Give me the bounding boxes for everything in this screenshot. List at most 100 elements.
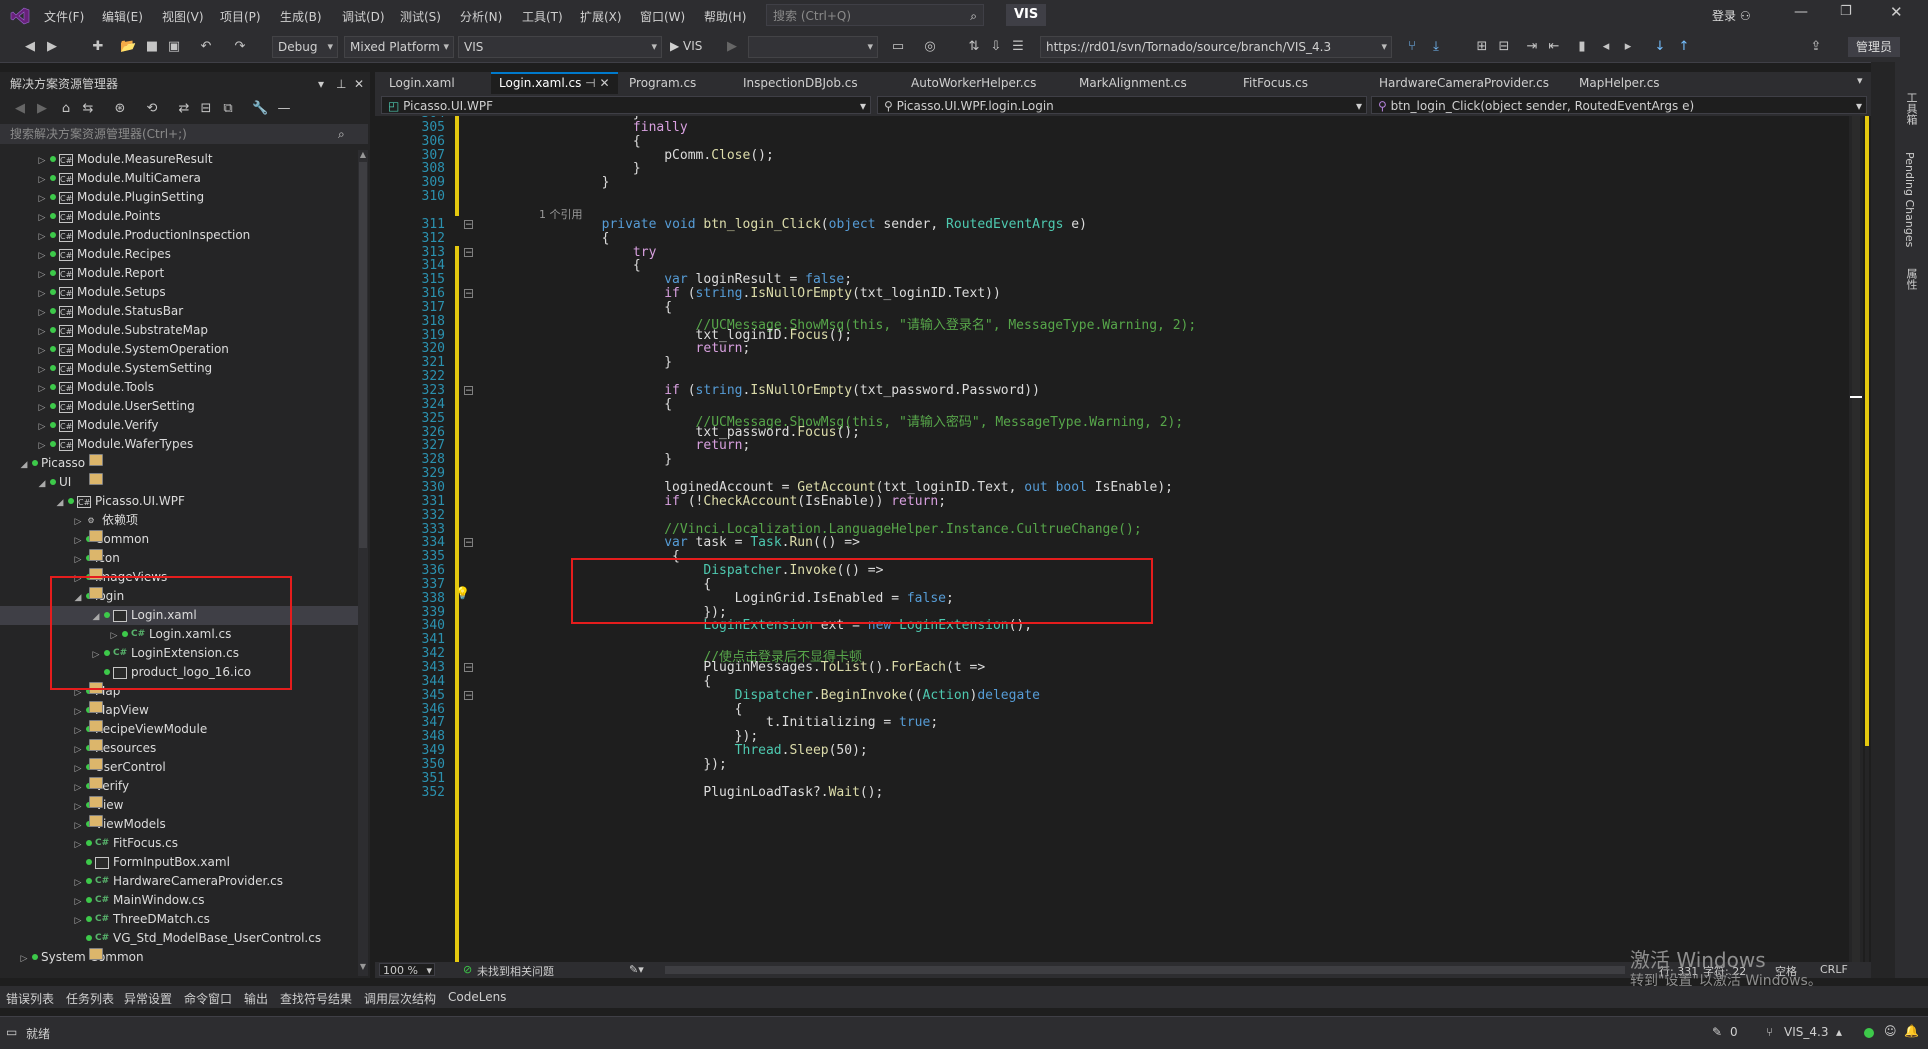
tree-item[interactable]: ▷ C# Module.SystemSetting	[0, 359, 358, 378]
redo-icon[interactable]: ↷	[232, 39, 248, 55]
project-dropdown[interactable]: ◰ Picasso.UI.WPF ▾	[381, 96, 871, 114]
tree-item[interactable]: ▷ ViewModels	[0, 815, 358, 834]
bottom-tab[interactable]: 输出	[244, 990, 268, 1007]
tree-item[interactable]: ▷ C# ThreeDMatch.cs	[0, 910, 358, 929]
code-line[interactable]: return;	[539, 438, 751, 453]
tree-scrollbar[interactable]: ▲ ▼	[358, 150, 368, 976]
pending-count[interactable]: 0	[1730, 1025, 1738, 1039]
code-line[interactable]: {	[539, 231, 610, 246]
folder-icon[interactable]: ▭	[890, 39, 906, 55]
properties-icon[interactable]: 🔧	[252, 101, 268, 117]
document-tab[interactable]: Login.xaml	[381, 72, 463, 94]
svn-url-dropdown[interactable]: https://rd01/svn/Tornado/source/branch/V…	[1040, 36, 1392, 58]
menu-item-5[interactable]: 调试(D)	[342, 8, 385, 25]
code-line[interactable]: Dispatcher.BeginInvoke((Action)delegate	[539, 688, 1040, 703]
lightbulb-icon[interactable]: 💡	[455, 586, 470, 600]
fold-toggle-icon[interactable]: −	[464, 219, 473, 229]
branch-name[interactable]: VIS_4.3	[1784, 1025, 1828, 1039]
fold-toggle-icon[interactable]: −	[464, 247, 473, 257]
tree-item[interactable]: ◢ UI	[0, 473, 358, 492]
code-line[interactable]: if (string.IsNullOrEmpty(txt_password.Pa…	[539, 383, 1040, 398]
outline-icon[interactable]: ⊞	[1474, 39, 1490, 55]
code-line[interactable]: {	[539, 674, 711, 689]
screenshot-icon[interactable]: ◎	[922, 39, 938, 55]
code-editor[interactable]: 304 }305 finally306 {307 pComm.Close();3…	[375, 116, 1871, 962]
tree-item[interactable]: ▷ ⚙ 依赖项	[0, 511, 358, 530]
history-icon[interactable]: ⟲	[144, 101, 160, 117]
code-line[interactable]: });	[539, 729, 759, 744]
code-line[interactable]: txt_loginID.Focus();	[539, 328, 853, 343]
svn-update-icon[interactable]: ⇅	[966, 39, 982, 55]
start-debugging-button[interactable]: ▶ VIS	[670, 39, 702, 53]
tab-pin-icon[interactable]: ⊣	[581, 76, 599, 90]
save-icon[interactable]: ■	[144, 39, 160, 55]
bottom-tab[interactable]: 任务列表	[66, 990, 114, 1007]
tree-item[interactable]: ▷ C# Module.SubstrateMap	[0, 321, 358, 340]
expand-toggle-icon[interactable]: ▷	[18, 950, 30, 969]
undo-icon[interactable]: ↶	[198, 39, 214, 55]
type-dropdown[interactable]: ⚲ Picasso.UI.WPF.login.Login ▾	[877, 96, 1367, 114]
sync-icon[interactable]: ⇄	[176, 101, 192, 117]
bottom-tab[interactable]: 调用层次结构	[364, 990, 436, 1007]
menu-item-3[interactable]: 项目(P)	[220, 8, 261, 25]
tree-item[interactable]: ▷ C# MainWindow.cs	[0, 891, 358, 910]
code-line[interactable]: pComm.Close();	[539, 148, 774, 163]
format-icon[interactable]: ⊟	[1496, 39, 1512, 55]
tree-item[interactable]: ▷ RecipeViewModule	[0, 720, 358, 739]
code-line[interactable]: try	[539, 245, 656, 260]
branch-dropdown-icon[interactable]: ▴	[1836, 1025, 1842, 1039]
merge-icon[interactable]: ⤓	[1428, 39, 1444, 55]
home-icon[interactable]: ⌂	[58, 101, 74, 117]
code-line[interactable]: if (!CheckAccount(IsEnable)) return;	[539, 494, 946, 509]
issues-status[interactable]: 未找到相关问题	[477, 963, 554, 979]
menu-item-8[interactable]: 工具(T)	[522, 8, 563, 25]
pane-options-icon[interactable]: ▾	[318, 72, 324, 96]
fold-toggle-icon[interactable]: −	[464, 690, 473, 700]
tree-item[interactable]: ▷ View	[0, 796, 358, 815]
menu-item-6[interactable]: 测试(S)	[400, 8, 441, 25]
code-line[interactable]: }	[539, 452, 672, 467]
document-tab[interactable]: MapHelper.cs	[1571, 72, 1668, 94]
indent-icon[interactable]: ⇥	[1524, 39, 1540, 55]
collapse-all-icon[interactable]: ⊟	[198, 101, 214, 117]
back-icon[interactable]: ◀	[12, 101, 28, 117]
document-tab[interactable]: InspectionDBJob.cs	[735, 72, 866, 94]
code-line[interactable]: }	[539, 161, 641, 176]
show-all-files-icon[interactable]: ⧉	[220, 101, 236, 117]
svn-commit-icon[interactable]: ⇩	[988, 39, 1004, 55]
configuration-dropdown[interactable]: Debug	[272, 36, 338, 58]
new-project-icon[interactable]: ✚	[90, 39, 106, 55]
forward-icon[interactable]: ▶	[44, 39, 60, 55]
open-file-icon[interactable]: 📂	[120, 39, 136, 55]
document-tab[interactable]: Program.cs	[621, 72, 704, 94]
prev-bookmark-icon[interactable]: ◂	[1598, 39, 1614, 55]
document-tab[interactable]: FitFocus.cs	[1235, 72, 1316, 94]
horizontal-scrollbar[interactable]	[665, 966, 1625, 974]
member-dropdown[interactable]: ⚲ btn_login_Click(object sender, RoutedE…	[1371, 96, 1867, 114]
tree-item[interactable]: ▷ UserControl	[0, 758, 358, 777]
menu-item-11[interactable]: 帮助(H)	[704, 8, 746, 25]
visual-studio-logo-icon[interactable]	[10, 6, 30, 26]
branch-icon[interactable]: ⑂	[1404, 39, 1420, 55]
attach-icon[interactable]: ▶	[724, 39, 740, 55]
code-line[interactable]: PluginLoadTask?.Wait();	[539, 785, 883, 800]
tree-item[interactable]: ▷ MapView	[0, 701, 358, 720]
tree-item[interactable]: ▷ C# Module.StatusBar	[0, 302, 358, 321]
tree-item[interactable]: ▷ C# Module.Recipes	[0, 245, 358, 264]
tree-item[interactable]: ▷ C# Module.ProductionInspection	[0, 226, 358, 245]
side-tab-pending-changes[interactable]: Pending Changes	[1903, 152, 1916, 247]
tab-overflow-icon[interactable]: ▾	[1857, 74, 1863, 87]
document-tab[interactable]: Login.xaml.cs ⊣ ✕	[491, 72, 618, 94]
fold-toggle-icon[interactable]: −	[464, 538, 473, 548]
code-line[interactable]: private void btn_login_Click(object send…	[539, 217, 1087, 232]
feedback-icon[interactable]: ☺	[1884, 1024, 1897, 1038]
code-line[interactable]: PluginMessages.ToList().ForEach(t =>	[539, 660, 985, 675]
tree-item[interactable]: C# VG_Std_ModelBase_UserControl.cs	[0, 929, 358, 948]
tree-item[interactable]: ◢ C# Picasso.UI.WPF	[0, 492, 358, 511]
pending-changes-filter-icon[interactable]: ⊛	[112, 101, 128, 117]
tree-item[interactable]: ▷ Resources	[0, 739, 358, 758]
bottom-tab[interactable]: 异常设置	[124, 990, 172, 1007]
debug-target-dropdown[interactable]	[748, 36, 878, 58]
side-tab-toolbox[interactable]: 工具箱	[1903, 92, 1919, 125]
tree-item[interactable]: ◢ Picasso	[0, 454, 358, 473]
